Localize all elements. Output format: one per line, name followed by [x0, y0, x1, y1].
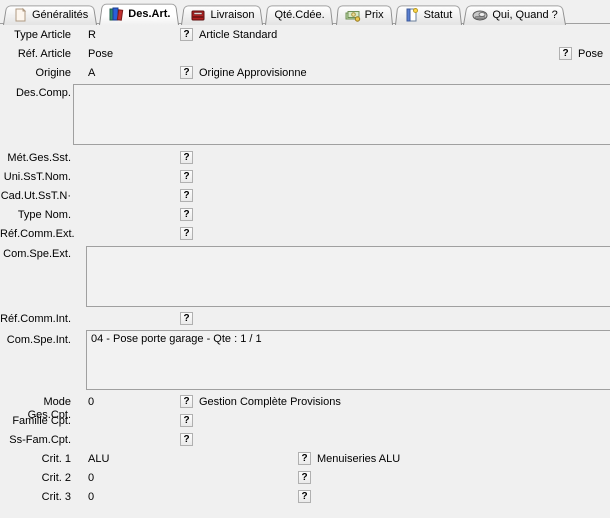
field-label: Com.Spe.Ext.	[0, 248, 71, 261]
tab-label: Prix	[365, 9, 384, 21]
field-row-crit-1: Crit. 1 ALU ? Menuiseries ALU	[0, 453, 610, 467]
crit-3-help-button[interactable]: ?	[298, 490, 311, 503]
crit-3-value: 0	[88, 491, 94, 504]
field-label: Crit. 1	[0, 453, 79, 466]
tab-statut[interactable]: Statut	[395, 4, 462, 25]
ref-article-value: Pose	[88, 48, 113, 61]
field-label: Réf.Comm.Int.	[0, 313, 71, 326]
field-label: Ss-Fam.Cpt.	[0, 434, 71, 447]
ref-comm-ext-help-button[interactable]: ?	[180, 227, 193, 240]
field-row-crit-3: Crit. 3 0 ?	[0, 491, 610, 505]
ss-fam-cpt-help-button[interactable]: ?	[180, 433, 193, 446]
field-row-ref-comm-ext: Réf.Comm.Ext. ?	[0, 228, 610, 242]
tab-label: Qui, Quand ?	[492, 9, 557, 21]
origine-description: Origine Approvisionne	[199, 67, 307, 80]
origine-value: A	[88, 67, 95, 80]
com-spe-int-textarea[interactable]: 04 - Pose porte garage - Qte : 1 / 1	[86, 330, 610, 390]
note-icon	[12, 7, 28, 23]
mode-ges-cpt-description: Gestion Complète Provisions	[199, 396, 341, 409]
ref-article-description: Pose	[578, 48, 603, 61]
field-label: Uni.SsT.Nom.	[0, 171, 71, 184]
crit-1-description: Menuiseries ALU	[317, 453, 400, 466]
clock-icon	[472, 7, 488, 23]
cad-ut-sst-n-help-button[interactable]: ?	[180, 189, 193, 202]
books-icon	[108, 6, 124, 22]
tab-livraison[interactable]: Livraison	[181, 4, 263, 25]
article-detail-form: Type Article R ? Article Standard Réf. A…	[0, 24, 610, 518]
mode-ges-cpt-value: 0	[88, 396, 94, 409]
mode-ges-cpt-help-button[interactable]: ?	[180, 395, 193, 408]
tab-qte-cdee[interactable]: Qté.Cdée.	[265, 4, 333, 25]
tab-label: Livraison	[210, 9, 254, 21]
field-row-met-ges-sst: Mét.Ges.Sst. ?	[0, 152, 610, 166]
field-row-cad-ut-sst-n: Cad.Ut.SsT.N· ?	[0, 190, 610, 204]
com-spe-ext-textarea[interactable]	[86, 246, 610, 307]
tab-label: Généralités	[32, 9, 88, 21]
type-nom-help-button[interactable]: ?	[180, 208, 193, 221]
field-row-ss-fam-cpt: Ss-Fam.Cpt. ?	[0, 434, 610, 448]
tab-generalites[interactable]: Généralités	[3, 4, 97, 25]
tab-label: Qté.Cdée.	[274, 9, 324, 21]
type-article-value: R	[88, 29, 96, 42]
field-label: Com.Spe.Int.	[0, 334, 71, 347]
tab-label: Des.Art.	[128, 8, 170, 20]
crit-1-help-button[interactable]: ?	[298, 452, 311, 465]
origine-help-button[interactable]: ?	[180, 66, 193, 79]
field-row-crit-2: Crit. 2 0 ?	[0, 472, 610, 486]
status-page-icon	[404, 7, 420, 23]
field-label: Type Article	[0, 29, 71, 42]
field-label: Réf.Comm.Ext.	[0, 228, 71, 241]
field-label: Cad.Ut.SsT.N·	[0, 190, 71, 203]
tab-bar: Généralités Des.Art. Livraison Qté.Cdée.…	[0, 0, 610, 24]
crit-2-value: 0	[88, 472, 94, 485]
field-label: Crit. 2	[0, 472, 79, 485]
type-article-description: Article Standard	[199, 29, 277, 42]
ref-article-help-button[interactable]: ?	[559, 47, 572, 60]
field-label: Mét.Ges.Sst.	[0, 152, 71, 165]
field-label: Origine	[0, 67, 71, 80]
des-comp-textarea[interactable]	[73, 84, 610, 145]
ref-comm-int-help-button[interactable]: ?	[180, 312, 193, 325]
field-label: Crit. 3	[0, 491, 79, 504]
field-row-famille-cpt: Famille Cpt. ?	[0, 415, 610, 429]
field-label: Type Nom.	[0, 209, 71, 222]
field-row-type-article: Type Article R ? Article Standard	[0, 29, 610, 43]
tab-qui-quand[interactable]: Qui, Quand ?	[463, 4, 566, 25]
red-book-icon	[190, 7, 206, 23]
tab-prix[interactable]: Prix	[336, 4, 393, 25]
field-row-ref-comm-int: Réf.Comm.Int. ?	[0, 313, 610, 327]
field-label: Famille Cpt.	[0, 415, 71, 428]
field-row-type-nom: Type Nom. ?	[0, 209, 610, 223]
crit-2-help-button[interactable]: ?	[298, 471, 311, 484]
tab-des-art[interactable]: Des.Art.	[99, 2, 179, 25]
field-row-mode-ges-cpt: Mode Ges.Cpt. 0 ? Gestion Complète Provi…	[0, 396, 610, 410]
uni-sst-nom-help-button[interactable]: ?	[180, 170, 193, 183]
field-row-uni-sst-nom: Uni.SsT.Nom. ?	[0, 171, 610, 185]
met-ges-sst-help-button[interactable]: ?	[180, 151, 193, 164]
money-icon	[345, 7, 361, 23]
tab-label: Statut	[424, 9, 453, 21]
field-row-ref-article: Réf. Article Pose ? Pose	[0, 48, 610, 62]
field-label: Réf. Article	[0, 48, 71, 61]
field-label: Des.Comp.	[0, 87, 71, 100]
crit-1-value: ALU	[88, 453, 109, 466]
field-row-origine: Origine A ? Origine Approvisionne	[0, 67, 610, 81]
famille-cpt-help-button[interactable]: ?	[180, 414, 193, 427]
type-article-help-button[interactable]: ?	[180, 28, 193, 41]
